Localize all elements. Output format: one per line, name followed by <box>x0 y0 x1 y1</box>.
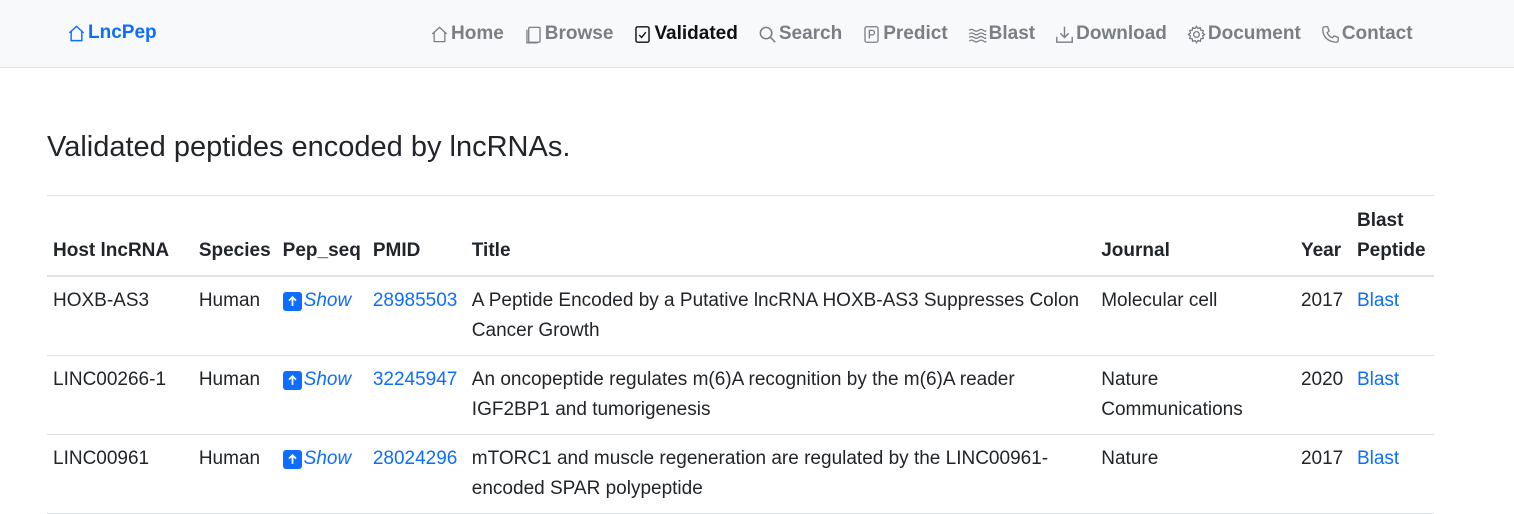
nav-download[interactable]: Download <box>1055 23 1167 45</box>
header-pep-seq: Pep_seq <box>276 203 367 277</box>
nav-predict-label: Predict <box>883 23 948 44</box>
header-blast-peptide: Blast Peptide <box>1350 203 1434 277</box>
nav-blast-label: Blast <box>988 23 1036 44</box>
check-square-icon <box>635 25 651 43</box>
arrow-up-square-icon <box>282 370 302 390</box>
blast-link[interactable]: Blast <box>1357 369 1399 390</box>
gear-icon <box>1187 24 1206 44</box>
blast-cell: Blast <box>1350 276 1434 356</box>
species-cell: Human <box>192 355 277 435</box>
header-year: Year <box>1294 203 1351 277</box>
water-icon <box>968 28 987 43</box>
search-icon <box>759 26 776 43</box>
pmid-link[interactable]: 32245947 <box>373 369 458 390</box>
p-square-icon <box>864 25 879 43</box>
nav-document[interactable]: Document <box>1187 23 1301 45</box>
title-cell: An oncopeptide regulates m(6)A recogniti… <box>465 355 1096 435</box>
nav-blast[interactable]: Blast <box>968 23 1035 45</box>
pmid-cell: 28024296 <box>366 434 466 514</box>
species-cell: Human <box>192 434 277 514</box>
table-row: LINC00266-1 Human Show 32245947 An oncop… <box>47 355 1434 435</box>
journal-cell: Molecular cell <box>1095 276 1295 356</box>
header-species: Species <box>192 203 277 277</box>
show-label: Show <box>303 369 352 390</box>
table-header-row: Host lncRNA Species Pep_seq PMID Title J… <box>47 203 1434 277</box>
journals-icon <box>526 26 541 43</box>
nav-download-label: Download <box>1076 23 1167 44</box>
brand-label: LncPep <box>88 22 157 43</box>
show-sequence-button[interactable]: Show <box>282 286 352 316</box>
nav-search[interactable]: Search <box>758 23 842 45</box>
house-icon <box>68 24 85 41</box>
blast-link[interactable]: Blast <box>1357 448 1399 469</box>
journal-cell: Nature Communications <box>1095 355 1295 435</box>
nav-search-label: Search <box>778 23 843 44</box>
show-label: Show <box>303 448 352 469</box>
blast-cell: Blast <box>1350 355 1434 435</box>
year-cell: 2020 <box>1294 355 1351 435</box>
pep-seq-cell: Show <box>276 355 367 435</box>
show-label: Show <box>303 290 352 311</box>
host-lncrna-cell: LINC00266-1 <box>47 355 193 435</box>
nav-predict[interactable]: Predict <box>862 23 948 45</box>
pep-seq-cell: Show <box>276 276 367 356</box>
title-cell: mTORC1 and muscle regeneration are regul… <box>465 434 1096 514</box>
page-title: Validated peptides encoded by lncRNAs. <box>47 131 571 163</box>
pep-seq-cell: Show <box>276 434 367 514</box>
nav-browse-label: Browse <box>544 23 614 44</box>
nav-validated-label: Validated <box>654 23 738 44</box>
host-lncrna-cell: HOXB-AS3 <box>47 276 193 356</box>
telephone-icon <box>1321 25 1339 43</box>
show-sequence-button[interactable]: Show <box>282 444 352 474</box>
pmid-link[interactable]: 28985503 <box>373 290 458 311</box>
year-cell: 2017 <box>1294 434 1351 514</box>
journal-cell: Nature <box>1095 434 1295 514</box>
house-icon <box>431 25 448 42</box>
header-host-lncrna: Host lncRNA <box>47 203 193 277</box>
species-cell: Human <box>192 276 277 356</box>
nav-contact[interactable]: Contact <box>1321 23 1413 45</box>
title-cell: A Peptide Encoded by a Putative lncRNA H… <box>465 276 1096 356</box>
brand-link[interactable]: LncPep <box>67 22 157 44</box>
arrow-up-square-icon <box>282 449 302 469</box>
nav-validated[interactable]: Validated <box>633 23 738 45</box>
divider <box>47 195 1434 196</box>
nav-home[interactable]: Home <box>430 23 504 45</box>
table-row: LINC00961 Human Show 28024296 mTORC1 and… <box>47 434 1434 514</box>
blast-cell: Blast <box>1350 434 1434 514</box>
year-cell: 2017 <box>1294 276 1351 356</box>
show-sequence-button[interactable]: Show <box>282 365 352 395</box>
blast-link[interactable]: Blast <box>1357 290 1399 311</box>
nav-browse[interactable]: Browse <box>524 23 614 45</box>
header-title: Title <box>465 203 1096 277</box>
validated-peptides-table: Host lncRNA Species Pep_seq PMID Title J… <box>47 203 1434 514</box>
host-lncrna-cell: LINC00961 <box>47 434 193 514</box>
table-row: HOXB-AS3 Human Show 28985503 A Peptide E… <box>47 276 1434 356</box>
pmid-cell: 32245947 <box>366 355 466 435</box>
nav-document-label: Document <box>1207 23 1301 44</box>
pmid-cell: 28985503 <box>366 276 466 356</box>
header-pmid: PMID <box>366 203 466 277</box>
pmid-link[interactable]: 28024296 <box>373 448 458 469</box>
navbar: LncPep Home Browse Validated Search Pred… <box>0 0 1514 68</box>
nav-contact-label: Contact <box>1341 23 1413 44</box>
header-journal: Journal <box>1095 203 1295 277</box>
download-icon <box>1056 26 1074 43</box>
arrow-up-square-icon <box>282 291 302 311</box>
nav-home-label: Home <box>451 23 504 44</box>
nav-menu: Home Browse Validated Search Predict Bla… <box>430 20 1413 48</box>
